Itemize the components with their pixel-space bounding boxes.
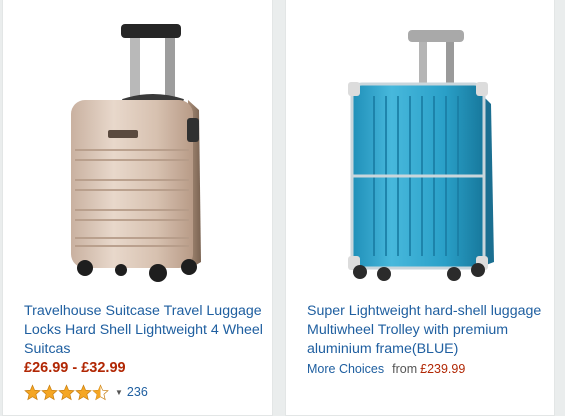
product-price-1: £26.99 - £32.99 [24, 360, 126, 376]
star-full-icon [24, 383, 41, 400]
product-title-2[interactable]: Super Lightweight hard-shell luggage Mul… [307, 302, 552, 359]
star-full-icon [41, 383, 58, 400]
gold-hardshell-suitcase-image [71, 24, 201, 282]
from-label: from [392, 362, 418, 376]
product-card-1[interactable]: Travelhouse Suitcase Travel Luggage Lock… [2, 0, 273, 416]
product-image-2[interactable] [286, 0, 554, 290]
from-price: £239.99 [420, 362, 466, 376]
star-rating[interactable] [24, 383, 109, 401]
rating-count[interactable]: 236 [127, 385, 148, 399]
more-choices-link[interactable]: More Choices [307, 362, 384, 376]
star-half-icon [92, 383, 109, 400]
star-full-icon [58, 383, 75, 400]
choices-row-2: More Choices from £239.99 [307, 362, 465, 376]
product-title-1[interactable]: Travelhouse Suitcase Travel Luggage Lock… [24, 302, 264, 359]
rating-row-1[interactable]: ▼ 236 [24, 382, 148, 402]
star-full-icon [75, 383, 92, 400]
chevron-down-icon[interactable]: ▼ [115, 388, 123, 397]
blue-aluminium-frame-suitcase-image [348, 30, 494, 281]
product-card-2[interactable]: Super Lightweight hard-shell luggage Mul… [285, 0, 555, 416]
product-image-1[interactable] [3, 0, 272, 290]
